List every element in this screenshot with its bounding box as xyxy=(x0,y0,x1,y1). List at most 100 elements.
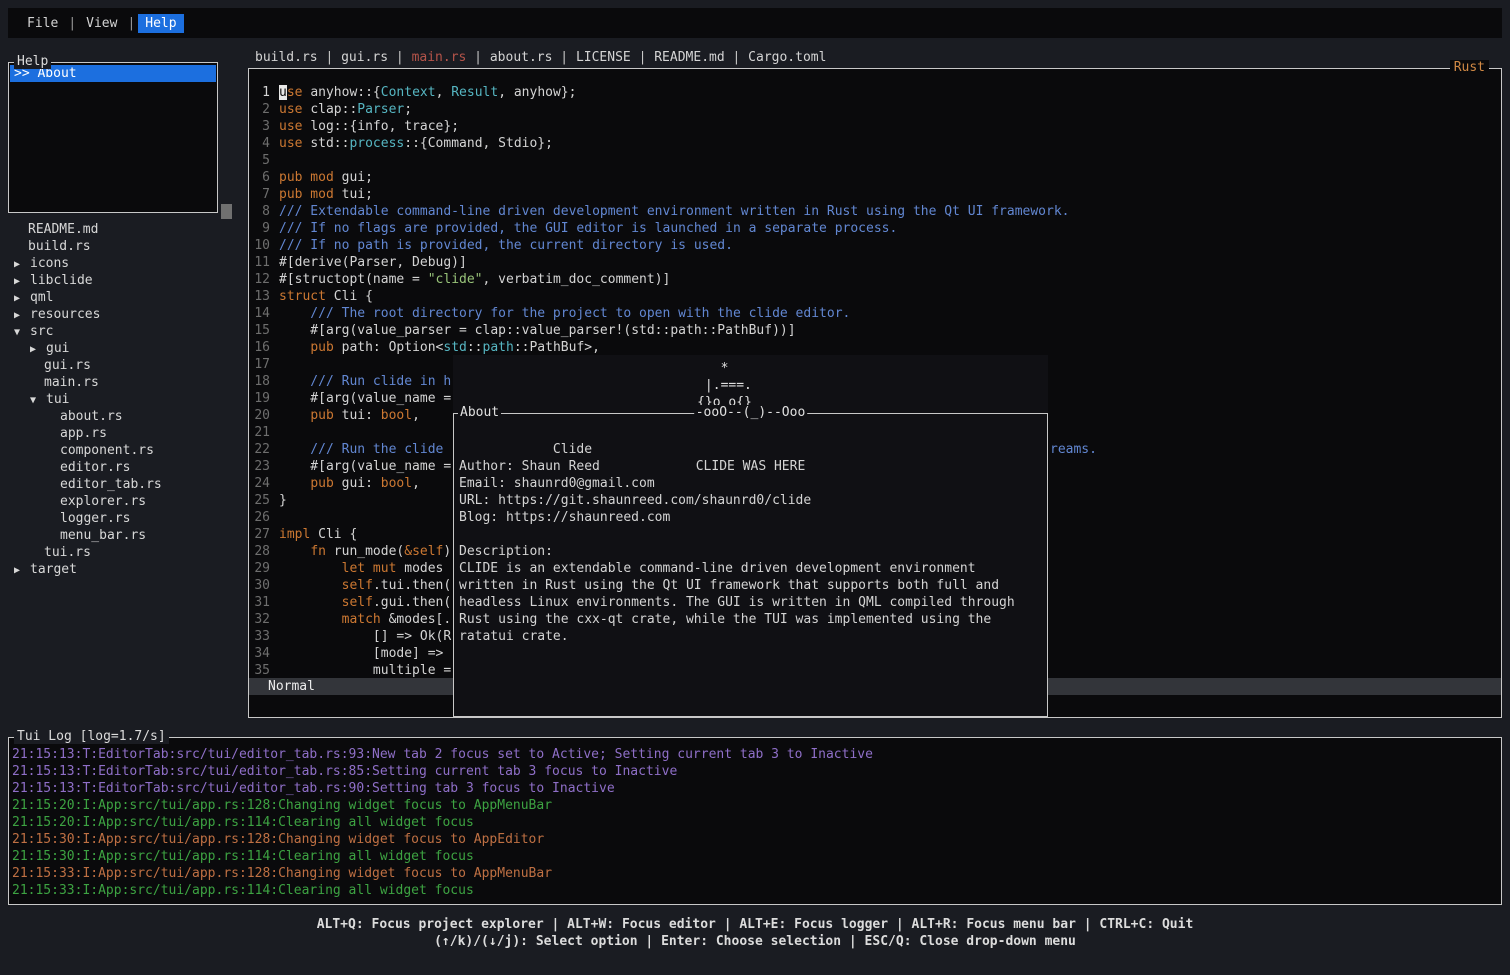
explorer-item-menu_bar.rs[interactable]: menu_bar.rs xyxy=(8,527,240,544)
menu-item-file[interactable]: File xyxy=(20,14,65,33)
code-line[interactable]: 9/// If no flags are provided, the GUI e… xyxy=(249,220,1501,237)
tab-build.rs[interactable]: build.rs xyxy=(255,50,318,65)
explorer-item-libclide[interactable]: ▶libclide xyxy=(8,272,240,289)
explorer-item-main.rs[interactable]: main.rs xyxy=(8,374,240,391)
code-line[interactable]: 5 xyxy=(249,152,1501,169)
mode-label: Normal xyxy=(268,679,315,694)
code-line[interactable]: 1use anyhow::{Context, Result, anyhow}; xyxy=(249,84,1501,101)
code-line[interactable]: 14 /// The root directory for the projec… xyxy=(249,305,1501,322)
menu-item-help[interactable]: Help xyxy=(138,14,183,33)
code-token: bool xyxy=(381,476,412,491)
folder-collapsed-icon[interactable]: ▶ xyxy=(14,562,30,579)
tab-separator: | xyxy=(388,50,411,65)
tab-main.rs[interactable]: main.rs xyxy=(412,50,467,65)
explorer-item-app.rs[interactable]: app.rs xyxy=(8,425,240,442)
explorer-item-logger.rs[interactable]: logger.rs xyxy=(8,510,240,527)
code-text: pub mod gui; xyxy=(279,170,373,185)
tab-about.rs[interactable]: about.rs xyxy=(490,50,553,65)
log-line: 21:15:13:T:EditorTab:src/tui/editor_tab.… xyxy=(12,746,1497,763)
explorer-item-icons[interactable]: ▶icons xyxy=(8,255,240,272)
code-token: self xyxy=(342,595,373,610)
editor-tabs[interactable]: build.rs | gui.rs | main.rs | about.rs |… xyxy=(255,49,826,66)
editor-panel[interactable]: Rust 1use anyhow::{Context, Result, anyh… xyxy=(248,68,1502,718)
code-line[interactable]: 6pub mod gui; xyxy=(249,169,1501,186)
explorer-item-gui[interactable]: ▶gui xyxy=(8,340,240,357)
code-line[interactable]: 2use clap::Parser; xyxy=(249,101,1501,118)
help-menu[interactable]: Help >> About xyxy=(8,62,218,213)
folder-open-icon[interactable]: ▼ xyxy=(30,392,46,409)
code-text: impl Cli { xyxy=(279,527,357,542)
code-text: use clap::Parser; xyxy=(279,102,412,117)
code-token: Cli { xyxy=(334,289,373,304)
tab-LICENSE[interactable]: LICENSE xyxy=(576,50,631,65)
explorer-item-label: about.rs xyxy=(60,409,123,424)
language-badge: Rust xyxy=(1450,60,1489,75)
tab-separator: | xyxy=(318,50,341,65)
code-token: bool xyxy=(381,408,412,423)
explorer-item-about.rs[interactable]: about.rs xyxy=(8,408,240,425)
tab-README.md[interactable]: README.md xyxy=(654,50,724,65)
code-line[interactable]: 7pub mod tui; xyxy=(249,186,1501,203)
explorer-item-resources[interactable]: ▶resources xyxy=(8,306,240,323)
explorer-item-label: gui xyxy=(46,341,69,356)
explorer-item-editor.rs[interactable]: editor.rs xyxy=(8,459,240,476)
explorer-item-component.rs[interactable]: component.rs xyxy=(8,442,240,459)
code-line[interactable]: 16 pub path: Option<std::path::PathBuf>, xyxy=(249,339,1501,356)
line-number: 23 xyxy=(254,458,270,475)
folder-open-icon[interactable]: ▼ xyxy=(14,324,30,341)
code-text: let mut modes xyxy=(279,561,443,576)
code-line[interactable]: 13struct Cli { xyxy=(249,288,1501,305)
about-popup-line: Rust using the cxx-qt crate, while the T… xyxy=(459,611,1042,628)
line-number: 32 xyxy=(254,611,270,628)
folder-collapsed-icon[interactable]: ▶ xyxy=(14,290,30,307)
folder-collapsed-icon[interactable]: ▶ xyxy=(14,273,30,290)
explorer-scrollbar-thumb[interactable] xyxy=(221,204,232,219)
explorer-item-src[interactable]: ▼src xyxy=(8,323,240,340)
explorer-item-qml[interactable]: ▶qml xyxy=(8,289,240,306)
explorer-item-tui[interactable]: ▼tui xyxy=(8,391,240,408)
folder-collapsed-icon[interactable]: ▶ xyxy=(30,341,46,358)
code-token: /// Run the clide xyxy=(279,442,451,457)
explorer-item-label: main.rs xyxy=(44,375,99,390)
code-line[interactable]: 15 #[arg(value_parser = clap::value_pars… xyxy=(249,322,1501,339)
code-line[interactable]: 4use std::process::{Command, Stdio}; xyxy=(249,135,1501,152)
line-number: 3 xyxy=(254,118,270,135)
line-number: 30 xyxy=(254,577,270,594)
code-token: gui; xyxy=(342,170,373,185)
code-text: #[arg(value_name = xyxy=(279,459,451,474)
code-token: Parser xyxy=(357,102,404,117)
explorer-item-editor_tab.rs[interactable]: editor_tab.rs xyxy=(8,476,240,493)
explorer-item-gui.rs[interactable]: gui.rs xyxy=(8,357,240,374)
tab-separator: | xyxy=(466,50,489,65)
code-line[interactable]: 8/// Extendable command-line driven deve… xyxy=(249,203,1501,220)
folder-collapsed-icon[interactable]: ▶ xyxy=(14,256,30,273)
line-number: 11 xyxy=(254,254,270,271)
code-line[interactable]: 12#[structopt(name = "clide", verbatim_d… xyxy=(249,271,1501,288)
explorer-item-build.rs[interactable]: build.rs xyxy=(8,238,240,255)
project-explorer[interactable]: README.mdbuild.rs▶icons▶libclide▶qml▶res… xyxy=(8,221,240,578)
code-token: pub xyxy=(310,408,341,423)
explorer-item-target[interactable]: ▶target xyxy=(8,561,240,578)
menu-bar[interactable]: File|View|Help xyxy=(8,8,1502,38)
line-number: 13 xyxy=(254,288,270,305)
code-line[interactable]: 11#[derive(Parser, Debug)] xyxy=(249,254,1501,271)
footer-line-2: (↑/k)/(↓/j): Select option | Enter: Choo… xyxy=(0,933,1510,950)
menu-item-view[interactable]: View xyxy=(79,14,124,33)
tui-log-panel[interactable]: Tui Log [log=1.7/s] 21:15:13:T:EditorTab… xyxy=(8,737,1502,905)
explorer-item-label: icons xyxy=(30,256,69,271)
tab-Cargo.toml[interactable]: Cargo.toml xyxy=(748,50,826,65)
log-line: 21:15:30:I:App:src/tui/app.rs:128:Changi… xyxy=(12,831,1497,848)
code-token: , verbatim_doc_comment)] xyxy=(483,272,671,287)
code-token: use xyxy=(279,102,310,117)
explorer-item-README.md[interactable]: README.md xyxy=(8,221,240,238)
explorer-item-tui.rs[interactable]: tui.rs xyxy=(8,544,240,561)
folder-collapsed-icon[interactable]: ▶ xyxy=(14,307,30,324)
code-line[interactable]: 3use log::{info, trace}; xyxy=(249,118,1501,135)
line-number: 9 xyxy=(254,220,270,237)
line-number: 10 xyxy=(254,237,270,254)
code-line[interactable]: 10/// If no path is provided, the curren… xyxy=(249,237,1501,254)
code-token: Context xyxy=(381,85,436,100)
code-token: clap:: xyxy=(310,102,357,117)
explorer-item-explorer.rs[interactable]: explorer.rs xyxy=(8,493,240,510)
tab-gui.rs[interactable]: gui.rs xyxy=(341,50,388,65)
